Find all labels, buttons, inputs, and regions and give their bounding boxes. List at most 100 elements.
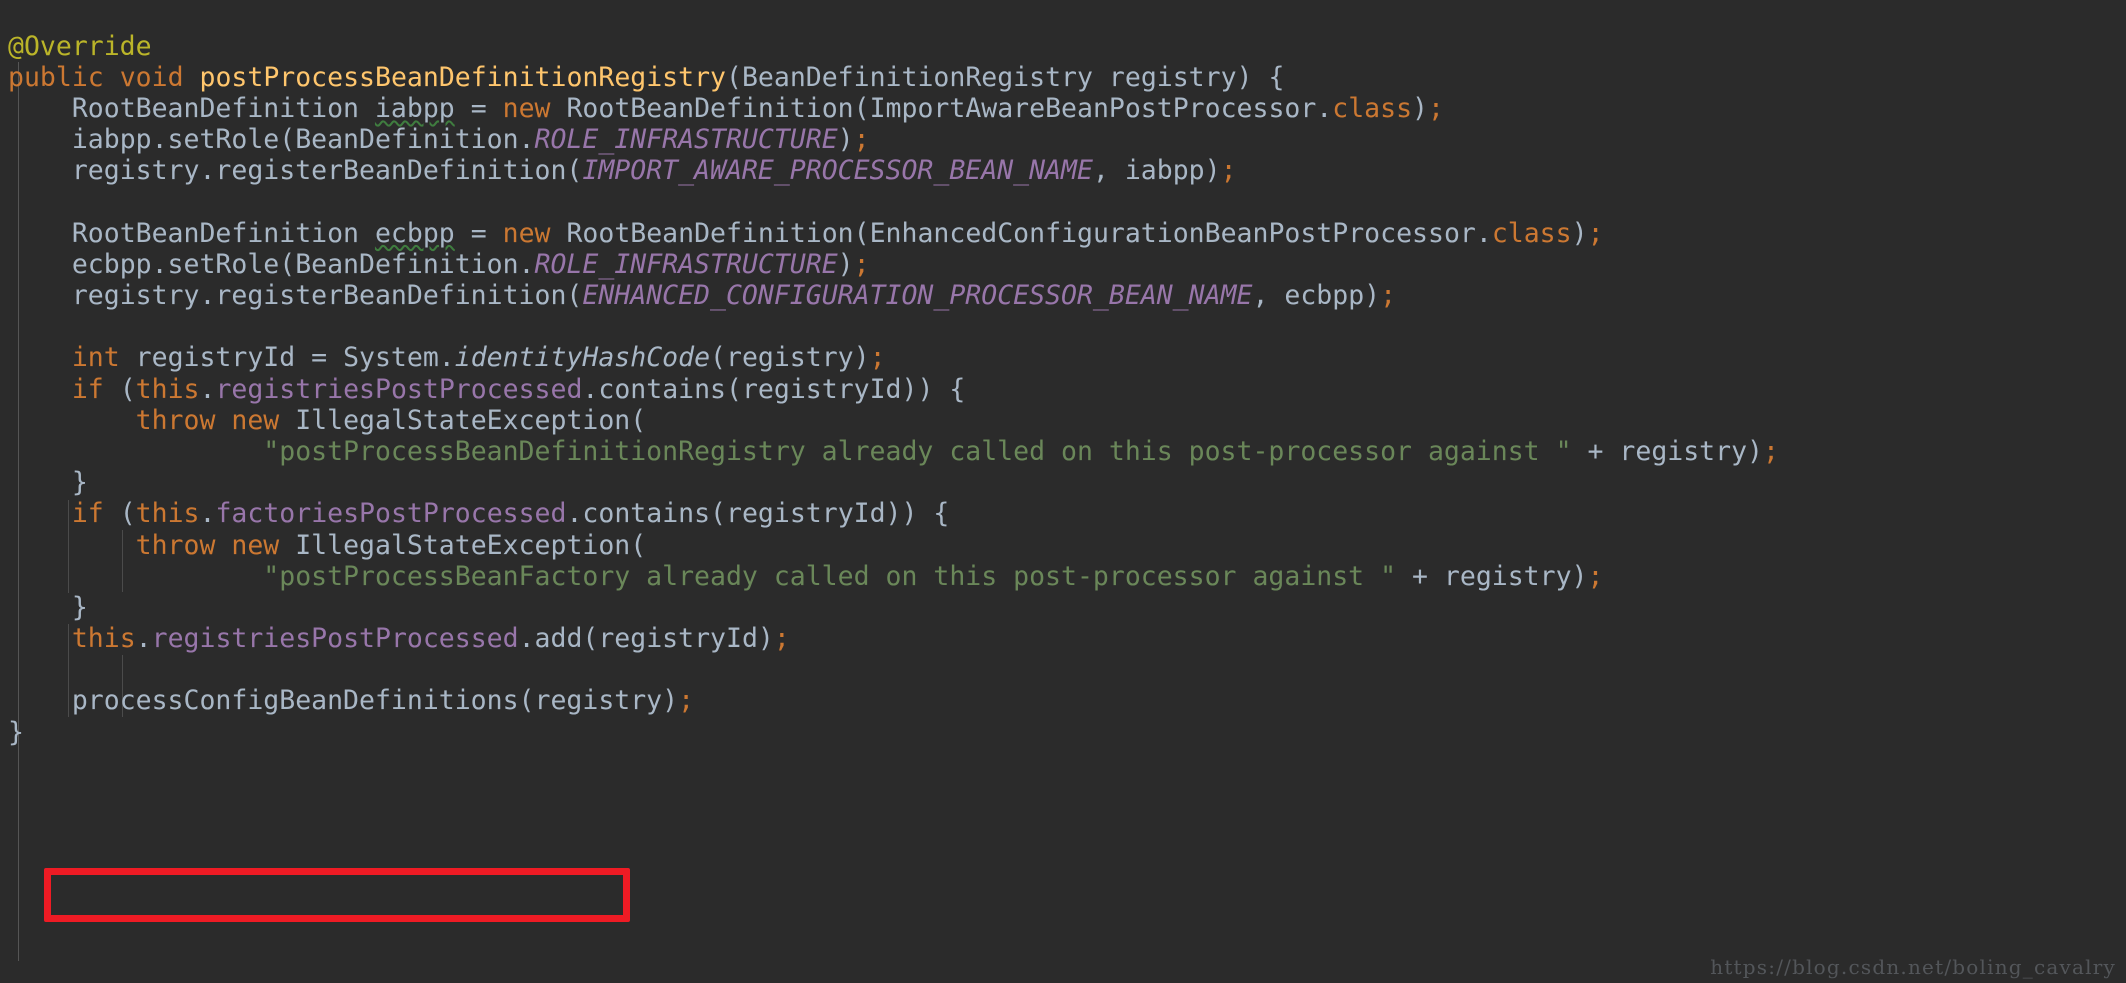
code-token-default: = bbox=[454, 217, 503, 249]
code-line[interactable]: iabpp.setRole(BeanDefinition.ROLE_INFRAS… bbox=[8, 124, 1779, 155]
code-token-string: "postProcessBeanDefinitionRegistry alrea… bbox=[263, 435, 1572, 467]
code-token-keyword: throw bbox=[135, 529, 216, 561]
code-token-default: iabpp.setRole(BeanDefinition. bbox=[71, 124, 535, 156]
code-line[interactable]: this.registriesPostProcessed.add(registr… bbox=[8, 623, 1779, 654]
code-line[interactable]: if (this.registriesPostProcessed.contain… bbox=[8, 374, 1779, 405]
code-line[interactable]: ecbpp.setRole(BeanDefinition.ROLE_INFRAS… bbox=[8, 249, 1779, 280]
code-token-field: registriesPostProcessed bbox=[151, 623, 519, 655]
code-line[interactable] bbox=[8, 654, 1779, 685]
code-token-default: ) bbox=[837, 248, 854, 280]
code-line[interactable]: } bbox=[8, 467, 1779, 498]
code-token-keyword: void bbox=[119, 61, 184, 93]
code-text-area[interactable]: @Override public void postProcessBeanDefi… bbox=[0, 27, 1779, 748]
code-token-default: ) bbox=[1412, 92, 1429, 124]
code-token-keyword: int bbox=[71, 342, 120, 374]
code-token-default: ecbpp.setRole(BeanDefinition. bbox=[71, 248, 535, 280]
code-line[interactable]: "postProcessBeanDefinitionRegistry alrea… bbox=[8, 436, 1779, 467]
code-token-keyword: if bbox=[71, 373, 104, 405]
red-highlight-rectangle bbox=[44, 868, 630, 922]
code-line[interactable]: public void postProcessBeanDefinitionReg… bbox=[8, 62, 1779, 93]
code-token-default bbox=[215, 530, 231, 561]
code-token-default: processConfigBeanDefinitions(registry) bbox=[71, 685, 679, 717]
code-line[interactable]: throw new IllegalStateException( bbox=[8, 405, 1779, 436]
code-token-keyword: throw bbox=[135, 404, 216, 436]
code-token-keyword: class bbox=[1491, 217, 1572, 249]
code-token-const: ROLE_INFRASTRUCTURE bbox=[534, 124, 838, 156]
code-token-string: "postProcessBeanFactory already called o… bbox=[263, 560, 1397, 592]
code-token-semi: ; bbox=[1763, 435, 1779, 467]
code-token-semi: ; bbox=[869, 342, 886, 374]
code-token-default: } bbox=[8, 716, 24, 748]
code-line[interactable]: @Override bbox=[8, 31, 1779, 62]
code-line[interactable] bbox=[8, 186, 1779, 217]
code-token-field: registriesPostProcessed bbox=[215, 373, 583, 405]
code-line[interactable]: RootBeanDefinition ecbpp = new RootBeanD… bbox=[8, 218, 1779, 249]
code-token-semi: ; bbox=[678, 685, 695, 717]
code-token-semi: ; bbox=[853, 124, 870, 156]
code-line[interactable]: if (this.factoriesPostProcessed.contains… bbox=[8, 498, 1779, 529]
code-line[interactable]: } bbox=[8, 717, 1779, 748]
code-token-keyword: class bbox=[1332, 92, 1413, 124]
code-token-keyword: new bbox=[502, 92, 551, 124]
code-token-default: RootBeanDefinition bbox=[71, 92, 375, 124]
code-token-keyword: public bbox=[8, 61, 104, 93]
code-token-default: , iabpp) bbox=[1092, 155, 1221, 187]
code-token-default: RootBeanDefinition bbox=[71, 217, 375, 249]
code-token-keyword: new bbox=[231, 404, 280, 436]
code-editor-viewport: @Override public void postProcessBeanDefi… bbox=[0, 0, 2126, 983]
code-token-default: } bbox=[71, 591, 88, 623]
code-token-typo: ecbpp bbox=[374, 217, 455, 249]
code-token-default: , ecbpp) bbox=[1252, 280, 1381, 311]
code-token-default: ( bbox=[103, 373, 136, 405]
code-token-const: ROLE_INFRASTRUCTURE bbox=[534, 248, 838, 280]
code-line[interactable]: throw new IllegalStateException( bbox=[8, 530, 1779, 561]
code-token-default: (BeanDefinitionRegistry registry) { bbox=[726, 61, 1285, 93]
code-token-keyword: new bbox=[231, 529, 280, 561]
code-line[interactable] bbox=[8, 311, 1779, 342]
code-token-keyword: this bbox=[71, 623, 136, 655]
code-token-semi: ; bbox=[853, 248, 870, 280]
code-token-default bbox=[184, 62, 200, 93]
code-token-default: . bbox=[199, 498, 216, 530]
code-token-default: .add(registryId) bbox=[518, 623, 774, 655]
code-token-default: + registry) bbox=[1571, 435, 1764, 467]
code-line[interactable]: "postProcessBeanFactory already called o… bbox=[8, 561, 1779, 592]
code-line[interactable]: registry.registerBeanDefinition(IMPORT_A… bbox=[8, 155, 1779, 186]
code-token-const: IMPORT_AWARE_PROCESSOR_BEAN_NAME bbox=[582, 155, 1093, 187]
code-line[interactable]: int registryId = System.identityHashCode… bbox=[8, 342, 1779, 373]
code-token-typo: iabpp bbox=[374, 92, 455, 124]
code-token-default: (registry) bbox=[710, 342, 870, 374]
code-line[interactable]: RootBeanDefinition iabpp = new RootBeanD… bbox=[8, 93, 1779, 124]
code-token-semi: ; bbox=[773, 623, 790, 655]
code-line[interactable]: processConfigBeanDefinitions(registry); bbox=[8, 685, 1779, 716]
code-token-keyword: if bbox=[71, 498, 104, 530]
code-line[interactable]: registry.registerBeanDefinition(ENHANCED… bbox=[8, 280, 1779, 311]
code-token-semi: ; bbox=[1587, 217, 1604, 249]
code-token-default: . bbox=[199, 373, 216, 405]
code-token-default: . bbox=[135, 623, 152, 655]
code-token-default: } bbox=[71, 467, 88, 499]
code-token-default: IllegalStateException( bbox=[279, 404, 647, 436]
code-token-default: ) bbox=[1571, 217, 1588, 249]
code-token-default: = bbox=[454, 92, 503, 124]
code-token-default: registry.registerBeanDefinition( bbox=[71, 280, 583, 311]
code-token-default: RootBeanDefinition(EnhancedConfiguration… bbox=[550, 217, 1492, 249]
code-token-default bbox=[215, 405, 231, 436]
code-line[interactable]: } bbox=[8, 592, 1779, 623]
code-token-default: ) bbox=[837, 124, 854, 156]
code-token-semi: ; bbox=[1587, 560, 1604, 592]
code-token-default: + registry) bbox=[1396, 560, 1588, 592]
